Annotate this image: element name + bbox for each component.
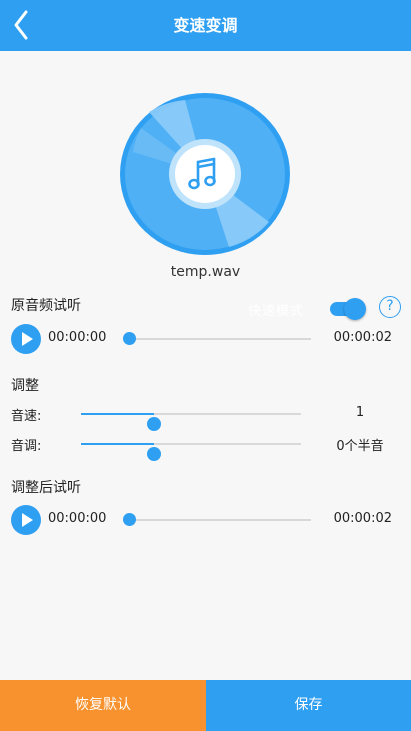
speed-row: 音速: 1 [0,403,411,431]
speed-slider-thumb[interactable] [146,417,161,431]
speed-slider[interactable] [81,413,301,431]
adjusted-progress-track[interactable] [129,519,311,521]
audio-disc-artwork [120,93,290,255]
original-current-time: 00:00:00 [48,330,107,345]
adjusted-total-time: 00:00:02 [333,511,392,526]
footer-bar: 恢复默认 保存 [0,680,411,731]
pitch-label: 音调: [11,439,42,454]
adjusted-audio-heading: 调整后试听 [11,480,81,496]
save-button[interactable]: 保存 [206,680,411,731]
original-player: 00:00:00 00:00:02 [0,322,411,356]
pitch-row: 音调: 0个半音 [0,433,411,461]
adjusted-progress-thumb[interactable] [123,513,136,526]
adjusted-play-button[interactable] [11,505,41,535]
title-bar: 变速变调 [0,0,411,51]
help-icon[interactable]: ? [379,296,401,318]
original-progress-track[interactable] [129,338,311,340]
file-name: temp.wav [170,264,241,280]
fast-mode-label: 快速模式 [248,304,305,319]
pitch-slider-thumb[interactable] [146,447,161,461]
adjusted-current-time: 00:00:00 [48,511,107,526]
original-progress-thumb[interactable] [123,332,136,345]
pitch-slider[interactable] [81,443,301,461]
speed-slider-fill [81,413,154,415]
toggle-knob [344,298,366,320]
adjust-heading: 调整 [11,378,39,394]
original-play-button[interactable] [11,324,41,354]
adjusted-player: 00:00:00 00:00:02 [0,503,411,537]
original-total-time: 00:00:02 [333,330,392,345]
page-title: 变速变调 [173,16,238,35]
speed-value: 1 [355,405,365,420]
pitch-value: 0个半音 [336,439,384,454]
pitch-slider-fill [81,443,154,445]
reset-default-button[interactable]: 恢复默认 [0,680,206,731]
speed-label: 音速: [11,409,42,424]
original-audio-heading: 原音频试听 [11,298,81,314]
fast-mode-toggle[interactable] [330,298,366,320]
